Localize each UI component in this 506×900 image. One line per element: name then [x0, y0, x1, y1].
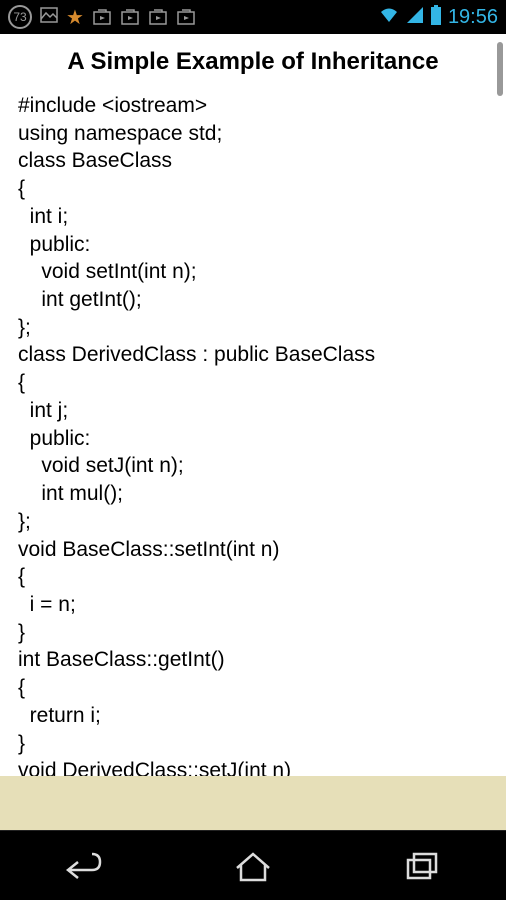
- status-right: 19:56: [378, 5, 498, 30]
- star-icon: ★: [66, 5, 84, 30]
- clock: 19:56: [448, 6, 498, 29]
- play-store-icon-2: [120, 8, 140, 26]
- signal-icon: [406, 6, 424, 29]
- ad-banner[interactable]: [0, 776, 506, 830]
- status-bar: 73 ★ 19:56: [0, 0, 506, 34]
- play-store-icon-1: [92, 8, 112, 26]
- notification-badge: 73: [8, 5, 32, 29]
- battery-icon: [430, 5, 442, 30]
- image-icon: [40, 7, 58, 28]
- navigation-bar: [0, 830, 506, 900]
- play-store-icon-4: [176, 8, 196, 26]
- badge-text: 73: [13, 10, 26, 24]
- recent-apps-button[interactable]: [362, 836, 482, 896]
- code-content: #include <iostream> using namespace std;…: [0, 86, 506, 785]
- play-store-icon-3: [148, 8, 168, 26]
- home-button[interactable]: [193, 836, 313, 896]
- page-title: A Simple Example of Inheritance: [0, 34, 506, 86]
- scroll-indicator[interactable]: [497, 42, 503, 96]
- status-left: 73 ★: [8, 5, 196, 30]
- back-button[interactable]: [24, 836, 144, 896]
- wifi-icon: [378, 6, 400, 29]
- content-area[interactable]: A Simple Example of Inheritance #include…: [0, 34, 506, 830]
